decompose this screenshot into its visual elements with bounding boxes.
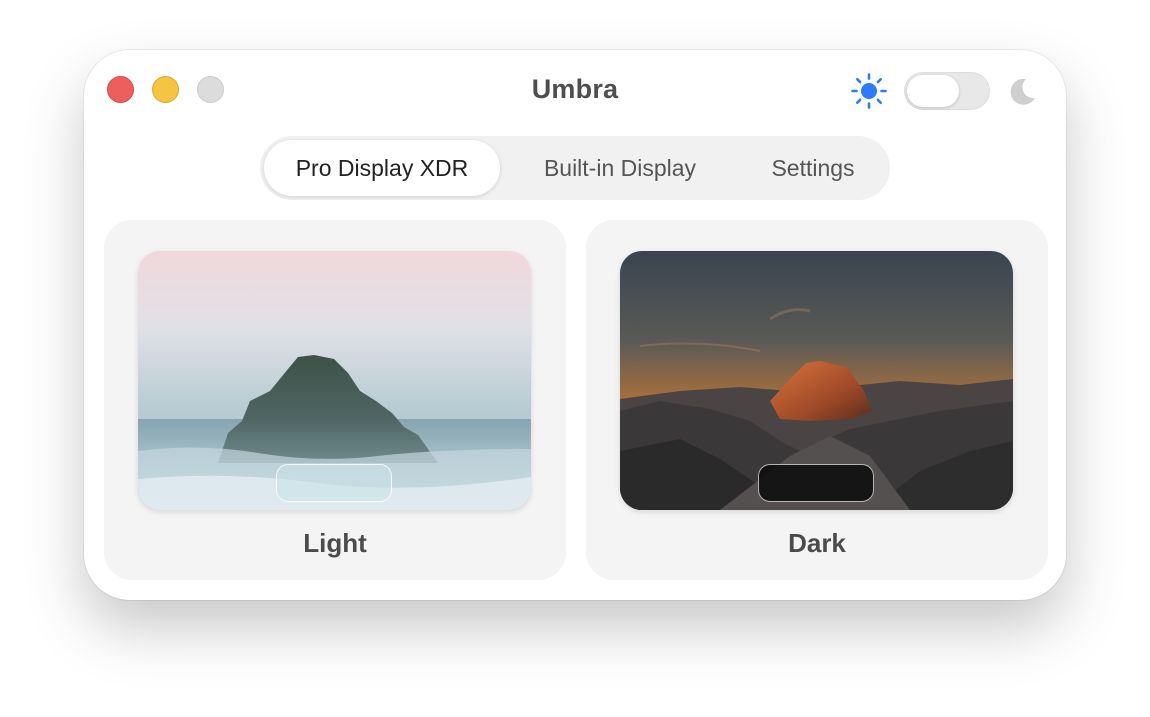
display-tab-bar: Pro Display XDR Built-in Display Setting… <box>260 136 890 200</box>
light-mode-indicator <box>276 464 392 502</box>
appearance-toggle[interactable] <box>904 72 990 110</box>
tab-pro-display-xdr[interactable]: Pro Display XDR <box>264 140 500 196</box>
moon-icon[interactable] <box>1006 76 1038 108</box>
light-mode-card[interactable]: Light <box>104 220 566 580</box>
app-window: Umbra Pro Display XDR Built-in Display S… <box>84 50 1066 600</box>
sun-icon[interactable] <box>850 72 888 110</box>
stage: Umbra Pro Display XDR Built-in Display S… <box>0 0 1150 717</box>
light-mode-label: Light <box>303 528 367 558</box>
toggle-knob <box>907 75 959 107</box>
dark-mode-label: Dark <box>788 528 846 558</box>
dark-wallpaper-thumbnail[interactable] <box>620 251 1013 510</box>
dark-mode-indicator <box>758 464 874 502</box>
light-wallpaper-thumbnail[interactable] <box>138 251 531 510</box>
dark-mode-card[interactable]: Dark <box>586 220 1048 580</box>
tab-settings[interactable]: Settings <box>740 140 886 196</box>
tab-built-in-display[interactable]: Built-in Display <box>510 140 730 196</box>
